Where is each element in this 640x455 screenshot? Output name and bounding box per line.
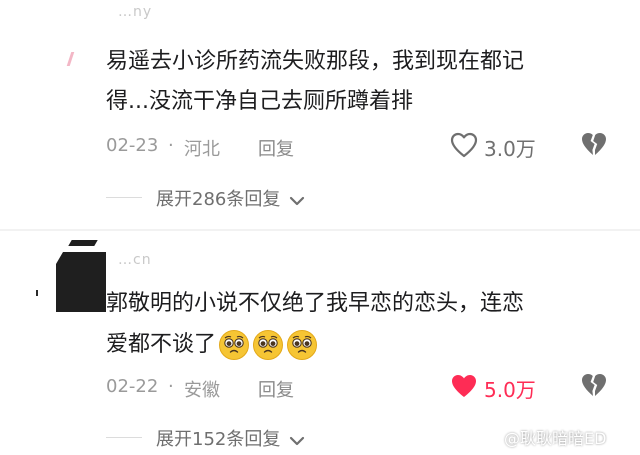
comment-2-like-count: 5.0万 [484, 378, 536, 402]
comment-1-text-line2: 得...没流干净自己去厕所蹲着排 [106, 89, 413, 114]
comment-1-text-line1: 易遥去小诊所药流失败那段，我到现在都记 [106, 49, 525, 74]
expand-divider [106, 437, 142, 438]
comment-2: …cn 郭敬明的小说不仅绝了我早恋的恋头，连恋 爱都不谈了 02-22 · 安徽… [0, 232, 640, 455]
comment-2-expand-replies[interactable]: 展开152条回复 [156, 425, 305, 451]
heart-filled-icon [452, 375, 476, 397]
comment-1-expand-replies[interactable]: 展开286条回复 [156, 185, 305, 211]
comment-1-author[interactable]: …ny [118, 4, 152, 20]
decorative-dot [36, 290, 38, 296]
heart-outline-icon [450, 132, 478, 158]
comment-2-location: 安徽 [184, 380, 220, 401]
comment-2-date: 02-22 [106, 376, 159, 397]
comment-divider [0, 229, 640, 231]
comment-2-avatar-top [68, 240, 98, 246]
comment-1-like-button[interactable]: 3.0万 [450, 130, 550, 162]
comment-1: …ny 易遥去小诊所药流失败那段，我到现在都记 得...没流干净自己去厕所蹲着排… [0, 0, 640, 220]
expand-divider [106, 197, 142, 198]
broken-heart-icon[interactable] [580, 372, 608, 398]
pleading-face-emoji [253, 330, 284, 360]
comment-2-text-line2-row: 爱都不谈了 [106, 327, 318, 363]
comment-2-expand-label: 展开152条回复 [156, 429, 281, 450]
meta-separator: · [168, 376, 174, 397]
comment-2-reply-button[interactable]: 回复 [258, 376, 294, 402]
chevron-down-icon [290, 436, 305, 445]
comment-2-text-line1: 郭敬明的小说不仅绝了我早恋的恋头，连恋 [106, 291, 525, 316]
broken-heart-icon[interactable] [580, 131, 608, 157]
meta-separator: · [168, 135, 174, 156]
comment-1-date: 02-23 [106, 135, 159, 156]
comment-2-like-button[interactable]: 5.0万 [450, 371, 550, 403]
comment-2-text-line2: 爱都不谈了 [106, 332, 217, 357]
pleading-face-emoji [287, 330, 318, 360]
comment-1-avatar-edge[interactable] [66, 52, 75, 66]
pleading-face-emoji [219, 330, 250, 360]
chevron-down-icon [290, 196, 305, 205]
watermark: @耿耿暗暗ED [504, 429, 607, 448]
comment-1-expand-label: 展开286条回复 [156, 189, 281, 210]
comment-2-author[interactable]: …cn [118, 252, 152, 268]
comment-2-avatar[interactable] [56, 252, 106, 312]
comment-1-like-count: 3.0万 [484, 137, 536, 161]
comment-1-reply-button[interactable]: 回复 [258, 135, 294, 161]
comment-1-location: 河北 [184, 139, 220, 160]
